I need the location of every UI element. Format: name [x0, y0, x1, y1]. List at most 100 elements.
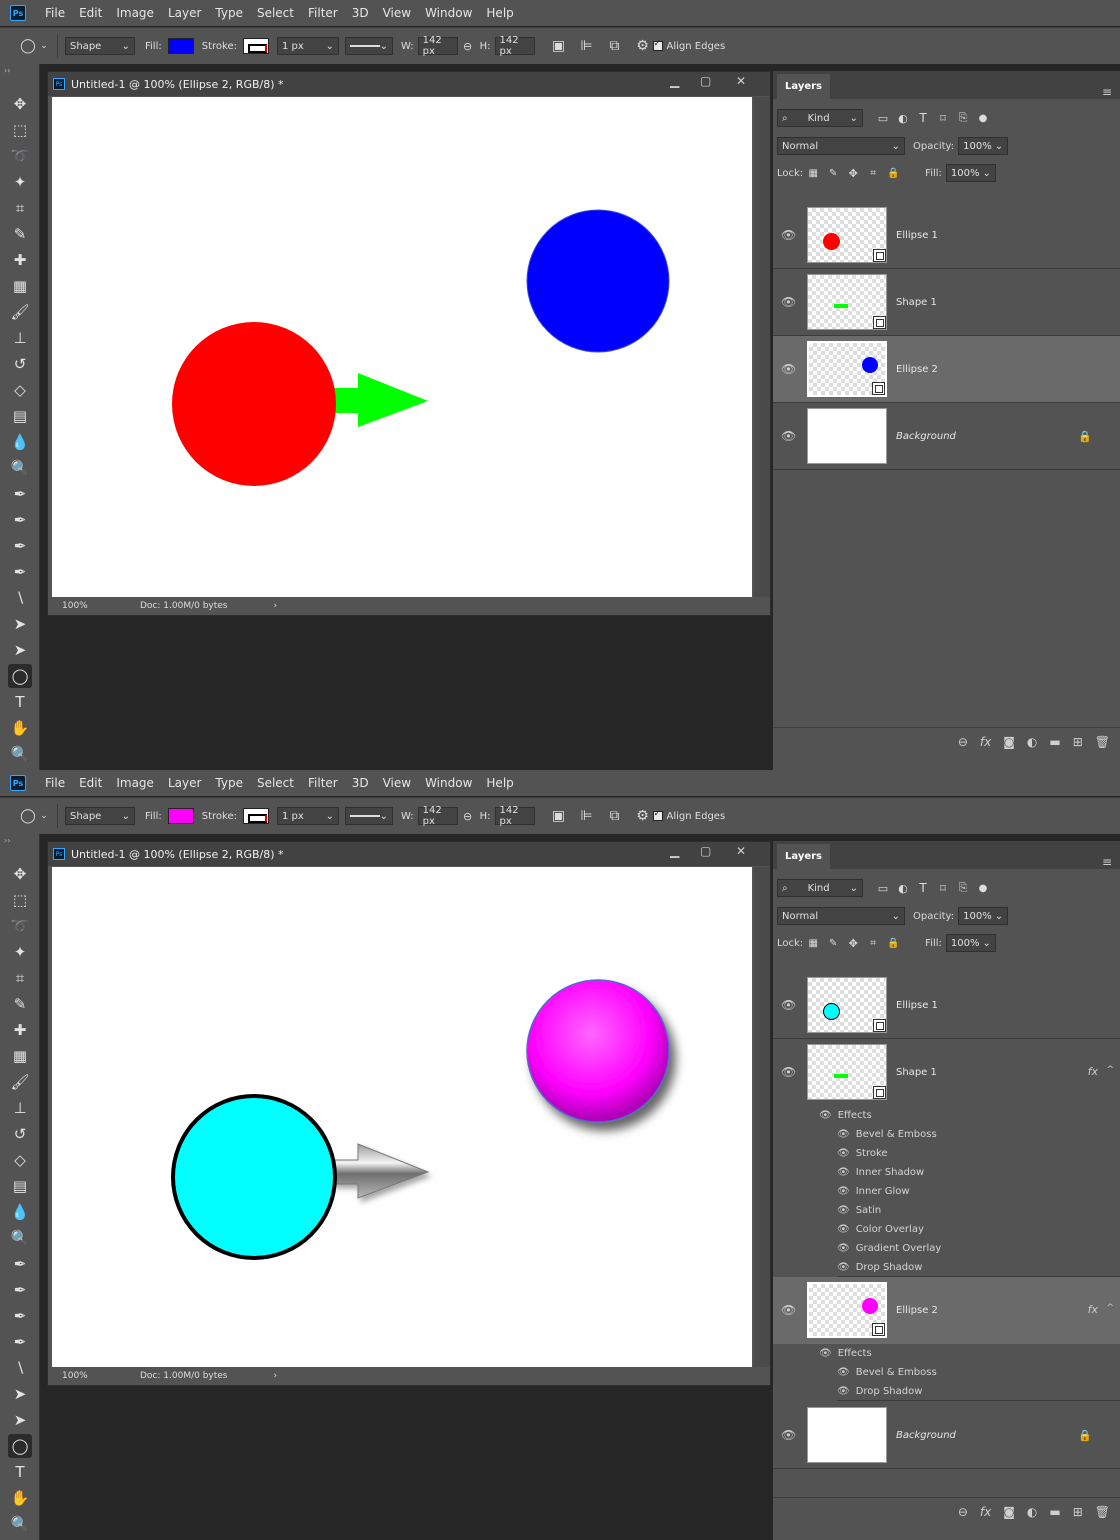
menu-select[interactable]: Select — [250, 770, 301, 796]
menu-type[interactable]: Type — [208, 770, 250, 796]
menu-file[interactable]: File — [38, 0, 72, 26]
opacity-field[interactable]: 100% ⌄ — [958, 907, 1009, 925]
zoom-level[interactable]: 100% — [62, 601, 140, 611]
layer-row[interactable]: 👁 Ellipse 1 — [773, 972, 1120, 1039]
layer-row-selected[interactable]: 👁 Ellipse 2 — [773, 336, 1120, 403]
lock-position-icon[interactable]: ✥ — [843, 933, 863, 953]
eyedropper-tool-icon[interactable]: ✎ — [8, 222, 32, 246]
menu-edit[interactable]: Edit — [72, 0, 109, 26]
chevron-up-icon[interactable]: ^ — [1106, 1303, 1114, 1313]
eraser-tool-icon[interactable]: ◇ — [8, 378, 32, 402]
crop-tool-icon[interactable]: ⌗ — [8, 196, 32, 220]
eye-icon[interactable]: 👁 — [837, 1243, 850, 1254]
eye-icon[interactable]: 👁 — [819, 1348, 832, 1359]
type-tool-icon[interactable]: T — [8, 690, 32, 714]
maximize-icon[interactable]: ▢ — [700, 844, 711, 858]
eye-icon[interactable]: 👁 — [837, 1205, 850, 1216]
minimize-icon[interactable]: ▁ — [670, 844, 679, 858]
menu-filter[interactable]: Filter — [301, 0, 345, 26]
layer-row[interactable]: 👁 Shape 1 fx ^ — [773, 1039, 1120, 1106]
eye-icon[interactable]: 👁 — [837, 1186, 850, 1197]
tool-mode-select[interactable]: Shape ⌄ — [65, 37, 135, 55]
height-field[interactable]: 142 px — [494, 35, 535, 57]
eye-icon[interactable]: 👁 — [781, 362, 796, 376]
menu-3d[interactable]: 3D — [345, 0, 376, 26]
menu-layer[interactable]: Layer — [161, 0, 208, 26]
gradient-tool-icon[interactable]: ▤ — [8, 1174, 32, 1198]
eye-icon[interactable]: 👁 — [781, 429, 796, 443]
ellipse-1-shape[interactable] — [172, 322, 336, 486]
ellipse-1-shape[interactable] — [171, 1094, 337, 1260]
ellipse-tool-icon[interactable]: ◯ — [8, 664, 32, 688]
stroke-type-select[interactable]: ⌄ — [344, 37, 393, 55]
vertical-scrollbar[interactable] — [754, 867, 770, 1367]
menu-type[interactable]: Type — [208, 0, 250, 26]
ellipse-2-shape[interactable] — [526, 979, 670, 1123]
eye-icon[interactable]: 👁 — [837, 1148, 850, 1159]
convert-point-tool-icon[interactable]: ∖ — [8, 1356, 32, 1380]
effect-item[interactable]: 👁 Bevel & Emboss — [837, 1363, 1120, 1382]
smart-object-filter-icon[interactable]: ⎘ — [953, 878, 973, 898]
shape-1-arrow[interactable] — [332, 373, 428, 427]
collapse-icon[interactable]: ›› — [4, 66, 10, 75]
effect-item[interactable]: 👁 Satin — [837, 1201, 1120, 1220]
freeform-pen-tool-icon[interactable]: ✒ — [8, 1278, 32, 1302]
gear-icon[interactable]: ⚙ — [633, 36, 653, 56]
menu-view[interactable]: View — [376, 770, 418, 796]
eye-icon[interactable]: 👁 — [837, 1129, 850, 1140]
pen-tool-icon[interactable]: ✒ — [8, 482, 32, 506]
effect-item[interactable]: 👁 Inner Glow — [837, 1182, 1120, 1201]
path-arrangement-icon[interactable]: ⧉ — [605, 806, 625, 826]
type-filter-icon[interactable]: T — [913, 108, 933, 128]
layer-effects-indicator[interactable]: fx — [1088, 1303, 1098, 1316]
ellipse-tool-preset-icon[interactable]: ◯ — [18, 36, 38, 56]
menu-layer[interactable]: Layer — [161, 770, 208, 796]
hand-tool-icon[interactable]: ✋ — [8, 1486, 32, 1510]
shape-1-arrow[interactable] — [331, 1143, 430, 1199]
stroke-type-select[interactable]: ⌄ — [344, 807, 393, 825]
eye-icon[interactable]: 👁 — [837, 1386, 850, 1397]
blur-tool-icon[interactable]: 💧 — [8, 430, 32, 454]
ellipse-2-shape[interactable] — [526, 209, 670, 353]
menu-help[interactable]: Help — [479, 0, 520, 26]
marquee-tool-icon[interactable]: ⬚ — [8, 888, 32, 912]
stamp-tool-icon[interactable]: ⊥ — [8, 1096, 32, 1120]
effects-header[interactable]: 👁 Effects — [819, 1106, 1120, 1125]
lasso-tool-icon[interactable]: ➰ — [8, 914, 32, 938]
effect-item[interactable]: 👁 Gradient Overlay — [837, 1239, 1120, 1258]
width-field[interactable]: 142 px — [417, 35, 458, 57]
filter-kind-select[interactable]: ⌕ Kind ⌄ — [777, 109, 863, 127]
new-group-icon[interactable]: ▬ — [1049, 735, 1060, 749]
effect-item[interactable]: 👁 Color Overlay — [837, 1220, 1120, 1239]
menu-filter[interactable]: Filter — [301, 770, 345, 796]
lock-artboard-icon[interactable]: ⌗ — [863, 163, 883, 183]
panel-menu-icon[interactable]: ≡ — [1102, 855, 1112, 869]
align-edges-checkbox[interactable] — [652, 39, 663, 51]
fill-color-swatch[interactable] — [167, 38, 194, 54]
gear-icon[interactable]: ⚙ — [633, 806, 653, 826]
link-icon[interactable]: ⊖ — [458, 806, 478, 826]
freeform-pen-tool-icon[interactable]: ✒ — [8, 508, 32, 532]
brush-tool-icon[interactable]: 🖌 — [8, 300, 32, 324]
ellipse-tool-preset-icon[interactable]: ◯ — [18, 806, 38, 826]
path-operations-icon[interactable]: ▣ — [549, 806, 569, 826]
blend-mode-select[interactable]: Normal ⌄ — [777, 907, 905, 925]
type-filter-icon[interactable]: T — [913, 878, 933, 898]
link-icon[interactable]: ⊖ — [458, 36, 478, 56]
lock-transparent-icon[interactable]: ▦ — [803, 163, 823, 183]
stroke-color-swatch[interactable] — [242, 808, 269, 824]
eye-icon[interactable]: 👁 — [781, 1428, 796, 1442]
filter-kind-select[interactable]: ⌕ Kind ⌄ — [777, 879, 863, 897]
patch-tool-icon[interactable]: ▦ — [8, 1044, 32, 1068]
eye-icon[interactable]: 👁 — [781, 295, 796, 309]
panel-menu-icon[interactable]: ≡ — [1102, 85, 1112, 99]
chevron-right-icon[interactable]: › — [274, 601, 278, 611]
width-field[interactable]: 142 px — [417, 805, 458, 827]
menu-window[interactable]: Window — [418, 0, 479, 26]
effect-item[interactable]: 👁 Bevel & Emboss — [837, 1125, 1120, 1144]
eye-icon[interactable]: 👁 — [781, 1303, 796, 1317]
path-alignment-icon[interactable]: ⊫ — [577, 806, 597, 826]
add-mask-icon[interactable]: ◙ — [1003, 1505, 1015, 1519]
chevron-down-icon[interactable]: ⌄ — [38, 806, 50, 826]
eye-icon[interactable]: 👁 — [781, 1065, 796, 1079]
